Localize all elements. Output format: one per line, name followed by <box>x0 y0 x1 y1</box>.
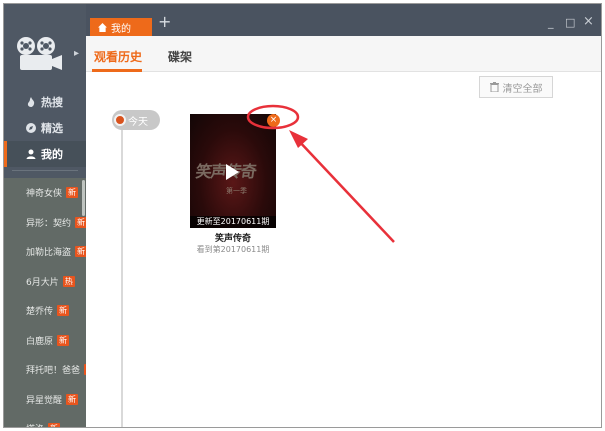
sub-tab-bar: 观看历史 碟架 <box>86 36 601 72</box>
play-icon <box>226 164 239 180</box>
timeline-line <box>121 122 123 427</box>
list-item-label: 6月大片 <box>26 277 59 288</box>
list-item[interactable]: 6月大片热 <box>4 267 86 297</box>
annotation-arrow-shaft <box>296 138 395 243</box>
nav-mine[interactable]: 我的 <box>4 141 86 167</box>
list-item-label: 塔洛 <box>26 422 44 427</box>
list-item[interactable]: 加勒比海盗新 <box>4 237 86 267</box>
tab-disc-shelf[interactable]: 碟架 <box>168 48 192 65</box>
chevron-right-icon: ▸ <box>74 48 80 59</box>
list-item-label: 加勒比海盗 <box>26 248 72 259</box>
sidebar-divider <box>12 170 78 171</box>
app-logo[interactable]: ▸ <box>14 34 80 74</box>
minimize-button[interactable]: _ <box>548 16 554 29</box>
maximize-button[interactable]: □ <box>565 16 575 29</box>
new-badge: 新 <box>66 187 79 199</box>
poster-subtitle: 第一季 <box>226 187 247 195</box>
watch-progress: 看到第20170611期 <box>196 245 270 254</box>
list-item-label: 神奇女侠 <box>26 189 63 200</box>
video-title[interactable]: 笑声传奇 <box>190 231 276 244</box>
update-status: 更新至20170611期 <box>190 216 276 228</box>
list-item-label: 白鹿原 <box>26 336 54 347</box>
home-icon <box>98 22 107 32</box>
list-item[interactable]: 异星觉醒新 <box>4 385 86 415</box>
list-item[interactable]: 白鹿原新 <box>4 326 86 356</box>
hot-badge: 热 <box>62 275 75 287</box>
clear-all-button[interactable]: 清空全部 <box>479 76 553 98</box>
nav-featured[interactable]: 精选 <box>4 115 86 141</box>
new-badge: 新 <box>57 334 70 346</box>
list-item[interactable]: 楚乔传新 <box>4 296 86 326</box>
trash-icon <box>489 82 499 92</box>
fire-icon <box>27 97 35 107</box>
list-item[interactable]: 拜托吧！爸爸新 <box>4 355 86 385</box>
list-item[interactable]: 神奇女侠新 <box>4 178 86 208</box>
tab-label: 我的 <box>111 23 131 35</box>
new-badge: 新 <box>57 305 70 317</box>
active-tab-indicator <box>92 69 142 72</box>
film-camera-icon <box>17 37 62 70</box>
nav-label: 精选 <box>41 122 63 135</box>
annotation-arrowhead <box>289 130 308 148</box>
user-icon <box>26 149 36 159</box>
new-badge: 新 <box>66 393 79 405</box>
timeline-dot <box>114 114 126 126</box>
list-item-label: 异星觉醒 <box>26 395 63 406</box>
delete-record-button[interactable]: × <box>267 114 280 127</box>
compass-icon <box>26 123 36 133</box>
new-badge: 新 <box>75 246 86 258</box>
list-item-label: 拜托吧！爸爸 <box>26 366 81 377</box>
add-tab-button[interactable]: + <box>158 14 171 30</box>
close-window-button[interactable]: × <box>583 14 594 29</box>
nav-hot-search[interactable]: 热搜 <box>4 89 86 115</box>
tab-mine[interactable]: 我的 <box>90 18 152 36</box>
sidebar-scrollbar[interactable] <box>82 180 85 216</box>
clear-all-label: 清空全部 <box>502 83 543 95</box>
tab-watch-history[interactable]: 观看历史 <box>94 48 142 65</box>
timeline-today-marker: 今天 <box>112 110 160 130</box>
list-item-label: 异形：契约 <box>26 218 72 229</box>
list-item[interactable]: 塔洛新 <box>4 414 86 427</box>
new-badge: 新 <box>48 423 61 427</box>
new-badge: 新 <box>84 364 86 376</box>
title-bar: 我的 + _ □ × <box>86 4 601 36</box>
recommend-list: 神奇女侠新 异形：契约新 加勒比海盗新 6月大片热 楚乔传新 白鹿原新 拜托吧！… <box>4 178 86 427</box>
app-window: ▸ 热搜 精选 我的 神奇女侠新 异形：契约新 加勒比海盗新 6月大片热 楚乔传… <box>3 3 602 428</box>
video-card[interactable]: 笑声传奇 第一季 更新至20170611期 <box>190 114 276 228</box>
list-item-label: 楚乔传 <box>26 307 54 318</box>
list-item[interactable]: 异形：契约新 <box>4 208 86 238</box>
new-badge: 新 <box>75 216 86 228</box>
today-label: 今天 <box>128 116 148 128</box>
nav-label: 热搜 <box>41 96 63 109</box>
nav-label: 我的 <box>41 148 63 161</box>
sidebar: ▸ 热搜 精选 我的 神奇女侠新 异形：契约新 加勒比海盗新 6月大片热 楚乔传… <box>4 4 86 427</box>
